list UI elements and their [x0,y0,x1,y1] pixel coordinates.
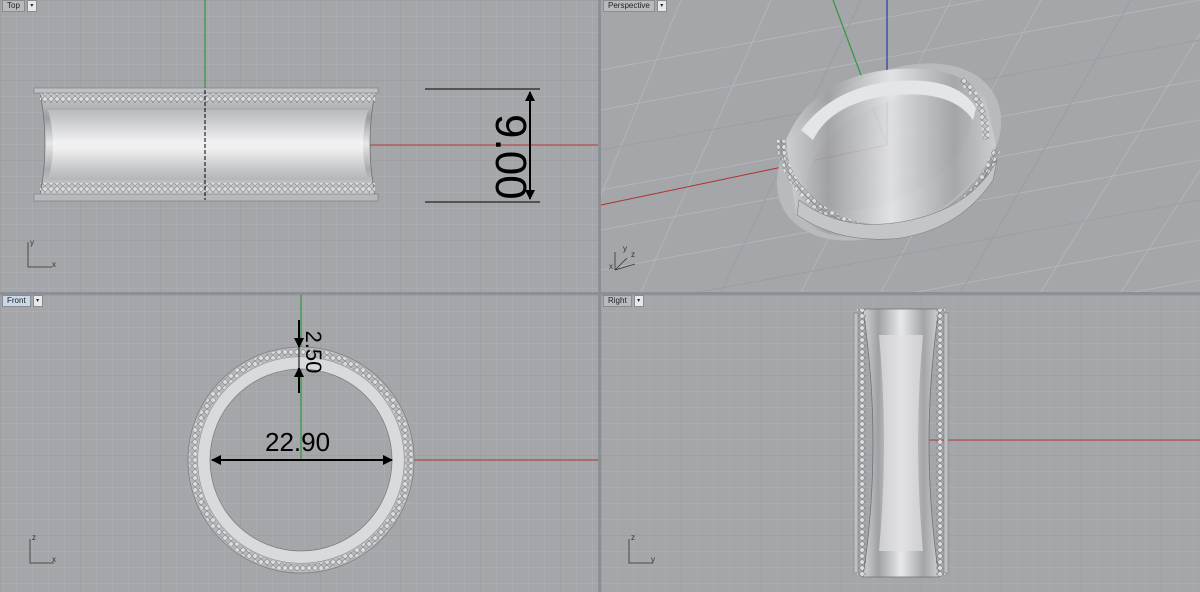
ring-top-profile [33,87,379,202]
top-dimension-text: 9.00 [486,114,535,200]
axis-widget-front: z x [26,533,62,565]
viewport-right[interactable]: Right ▾ z y [601,295,1200,592]
viewport-menu-icon[interactable]: ▾ [32,295,43,307]
front-thickness-text: 2.50 [301,330,326,374]
axis-label-z: z [32,533,36,542]
viewport-perspective[interactable]: Perspective ▾ y z x [601,0,1200,292]
axis-widget-perspective: y z x [609,244,645,274]
front-diameter-text: 22.90 [265,427,331,457]
axis-label-y: y [651,555,655,564]
viewport-right-tab[interactable]: Right ▾ [603,295,644,307]
perspective-scene [601,0,1200,292]
axis-label-x: x [52,260,56,269]
viewport-right-label[interactable]: Right [603,295,632,307]
viewport-menu-icon[interactable]: ▾ [633,295,644,307]
axis-label-x: x [52,555,56,564]
viewport-perspective-tab[interactable]: Perspective ▾ [603,0,667,12]
axis-label-y: y [623,244,627,253]
viewport-perspective-label[interactable]: Perspective [603,0,655,12]
viewport-top[interactable]: 9.00 Top ▾ y x [0,0,598,292]
viewport-menu-icon[interactable]: ▾ [26,0,37,12]
viewport-top-label[interactable]: Top [2,0,25,12]
viewport-menu-icon[interactable]: ▾ [656,0,667,12]
axis-widget-right: z y [625,533,661,565]
axis-label-z: z [631,250,635,259]
right-scene [601,295,1200,592]
axis-label-x: x [609,262,613,271]
viewport-top-tab[interactable]: Top ▾ [2,0,37,12]
viewport-front-label[interactable]: Front [2,295,31,307]
viewport-front[interactable]: 2.50 22.90 Front ▾ z x [0,295,598,592]
axis-widget-top: y x [26,238,56,270]
axis-label-y: y [30,238,34,247]
viewport-front-tab[interactable]: Front ▾ [2,295,43,307]
axis-label-z: z [631,533,635,542]
